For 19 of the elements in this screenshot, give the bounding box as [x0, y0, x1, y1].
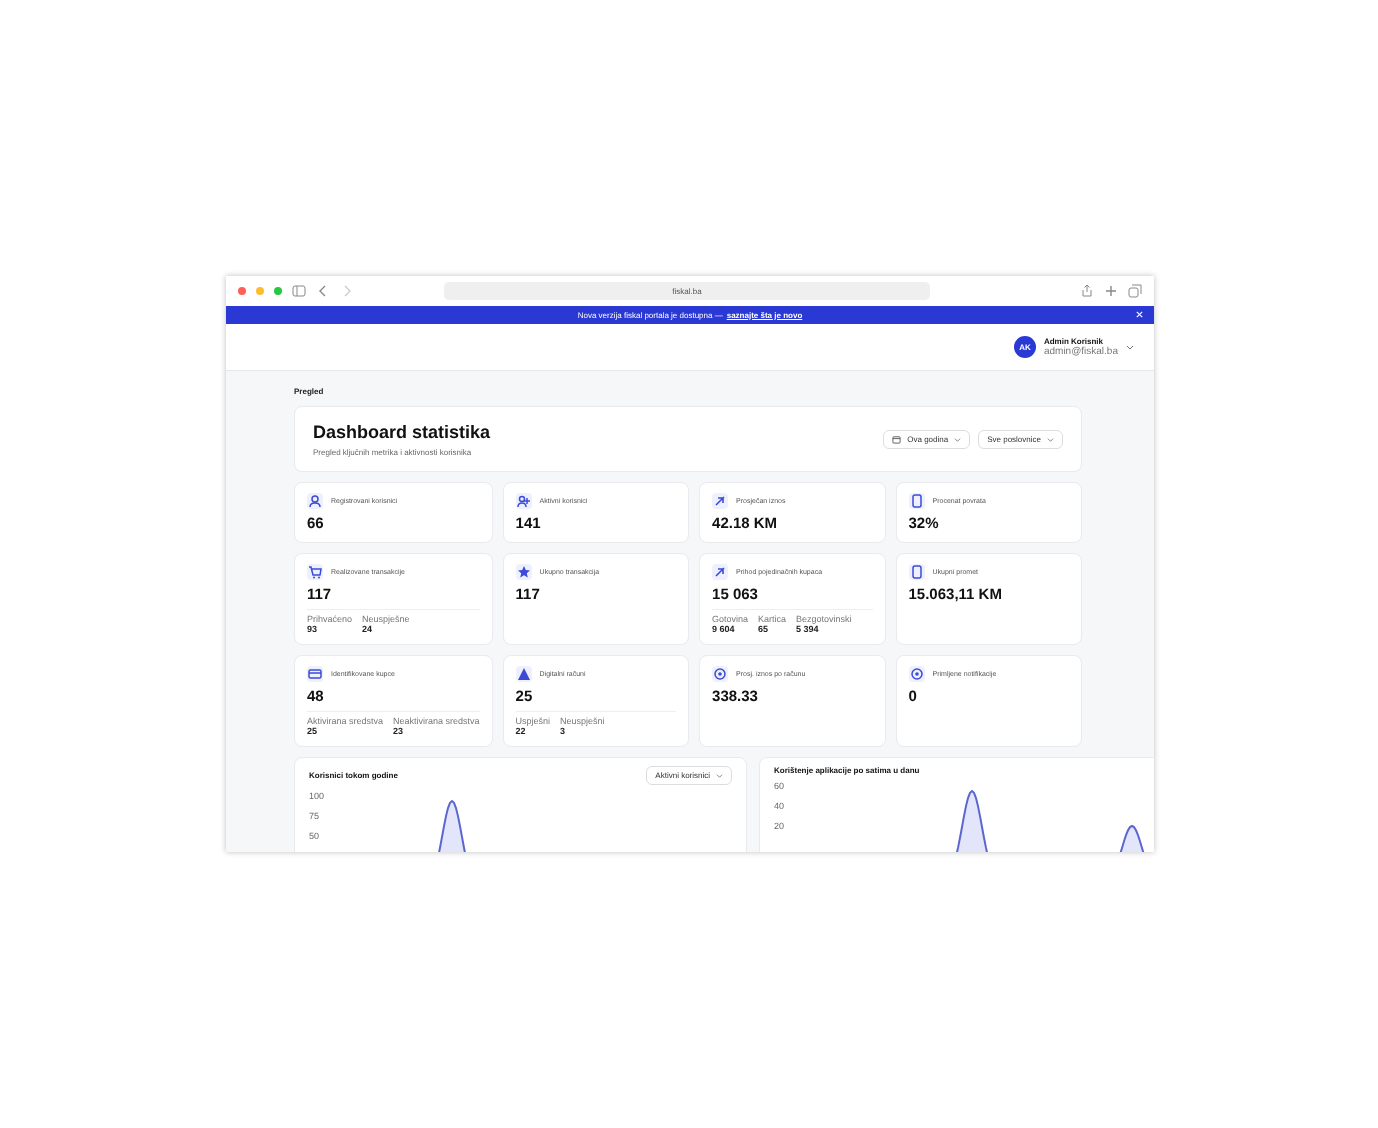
star-icon	[515, 564, 532, 580]
zoom-dot[interactable]	[274, 287, 282, 295]
phone-icon	[908, 493, 925, 509]
phone-icon	[908, 564, 925, 580]
back-icon[interactable]	[316, 284, 330, 298]
card-icon	[307, 666, 323, 682]
minimize-dot[interactable]	[256, 287, 264, 295]
triangle-icon	[515, 666, 532, 682]
close-dot[interactable]	[238, 287, 246, 295]
user-icon	[307, 493, 323, 509]
page-title: Dashboard statistika	[313, 421, 491, 443]
forward-icon[interactable]	[340, 284, 354, 298]
plus-icon[interactable]	[1104, 284, 1118, 298]
arrow-icon	[712, 493, 729, 509]
arrow-icon	[712, 564, 729, 580]
circle-icon	[908, 666, 925, 682]
users-icon	[515, 493, 532, 509]
cart-icon	[307, 564, 323, 580]
circle-icon	[712, 666, 729, 682]
